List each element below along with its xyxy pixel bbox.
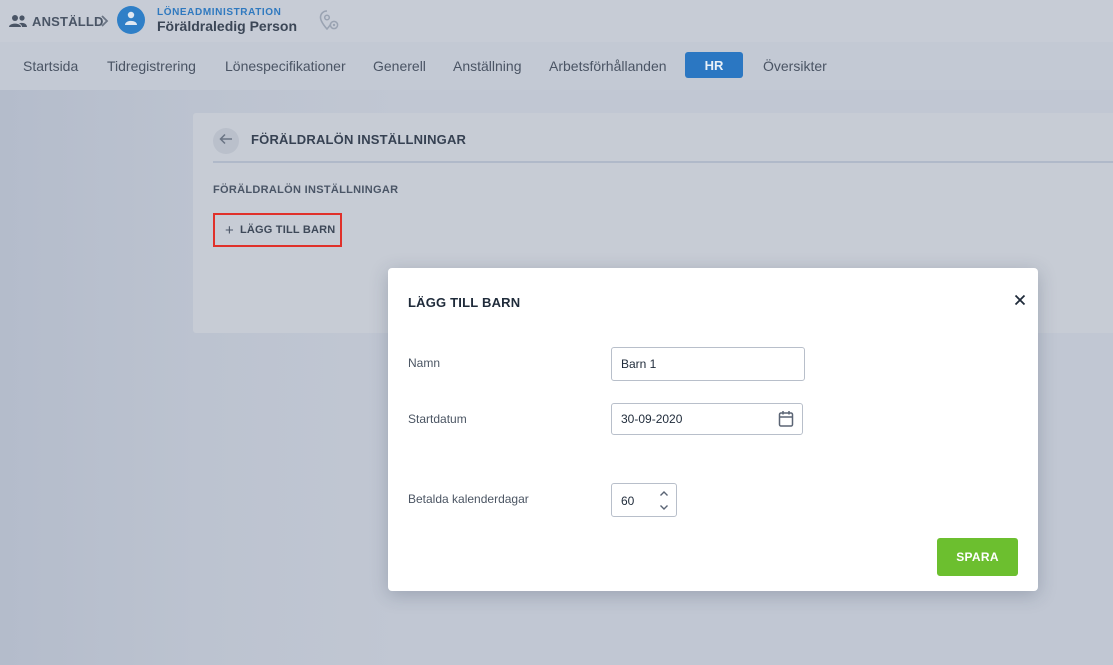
add-child-button[interactable]: + LÄGG TILL BARN [213, 213, 342, 247]
person-icon [123, 10, 139, 31]
breadcrumb-section: LÖNEADMINISTRATION [157, 7, 282, 18]
section-title: FÖRÄLDRALÖN INSTÄLLNINGAR [213, 184, 399, 196]
close-icon [1014, 293, 1026, 311]
chevron-up-icon[interactable] [657, 487, 671, 499]
dialog-title: LÄGG TILL BARN [408, 295, 521, 310]
stepper-controls [657, 487, 671, 513]
paid-days-label: Betalda kalenderdagar [408, 492, 529, 506]
page-title: FÖRÄLDRALÖN INSTÄLLNINGAR [251, 132, 467, 147]
startdate-field[interactable]: 30-09-2020 [611, 403, 803, 435]
breadcrumb-root[interactable]: ANSTÄLLD [8, 11, 104, 31]
startdate-label: Startdatum [408, 412, 467, 426]
chevron-right-icon [98, 11, 110, 36]
divider [213, 161, 1113, 163]
location-gear-icon[interactable] [317, 9, 341, 33]
tab-anstallning[interactable]: Anställning [453, 58, 522, 74]
tab-lonespecifikationer[interactable]: Lönespecifikationer [225, 58, 346, 74]
save-button[interactable]: SPARA [937, 538, 1018, 576]
paid-days-stepper[interactable]: 60 [611, 483, 677, 517]
calendar-icon[interactable] [778, 410, 794, 433]
chevron-down-icon[interactable] [657, 501, 671, 513]
tab-hr[interactable]: HR [685, 52, 743, 78]
close-button[interactable] [1010, 292, 1030, 312]
tab-arbetsforhallanden[interactable]: Arbetsförhållanden [549, 58, 667, 74]
name-label: Namn [408, 356, 441, 370]
startdate-value: 30-09-2020 [621, 412, 683, 426]
paid-days-value: 60 [621, 494, 635, 508]
avatar [117, 6, 145, 34]
add-child-label: LÄGG TILL BARN [239, 224, 336, 236]
back-button[interactable] [213, 128, 239, 154]
arrow-left-icon [219, 132, 233, 150]
tab-tidregistrering[interactable]: Tidregistrering [107, 58, 196, 74]
name-field[interactable] [611, 347, 805, 381]
people-icon [8, 14, 28, 28]
tab-generell[interactable]: Generell [373, 58, 426, 74]
add-child-dialog: LÄGG TILL BARN Namn Startdatum 30-09-202… [388, 268, 1038, 591]
person-name: Föräldraledig Person [157, 18, 298, 34]
breadcrumb-root-label: ANSTÄLLD [32, 13, 104, 29]
plus-icon: + [225, 221, 234, 239]
tab-startsida[interactable]: Startsida [23, 58, 78, 74]
tab-oversikter[interactable]: Översikter [763, 58, 827, 74]
